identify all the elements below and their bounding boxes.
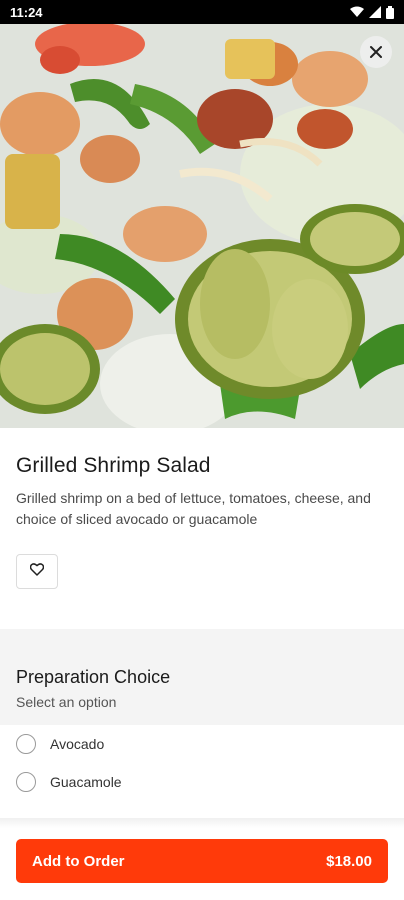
heart-icon [29,562,45,581]
status-time: 11:24 [10,4,43,20]
item-photo [0,24,404,428]
order-price: $18.00 [326,852,372,870]
bottom-shadow [0,818,404,828]
option-guacamole[interactable]: Guacamole [0,763,404,801]
item-info: Grilled Shrimp Salad Grilled shrimp on a… [0,428,404,589]
section-title: Preparation Choice [16,667,171,687]
status-icons [350,5,394,19]
signal-icon [369,6,381,18]
section-subtitle: Select an option [16,694,117,710]
option-avocado[interactable]: Avocado [0,725,404,763]
food-photo-icon [0,24,404,428]
option-label: Avocado [50,736,105,752]
battery-icon [386,5,394,19]
radio-button[interactable] [16,734,36,754]
preparation-header: Preparation Choice Select an option [0,653,404,725]
favorite-button[interactable] [16,554,58,589]
close-button[interactable] [360,36,392,68]
add-to-order-button[interactable]: Add to Order $18.00 [16,839,388,883]
radio-button[interactable] [16,772,36,792]
status-bar: 11:24 [0,0,404,24]
preparation-options: Avocado Guacamole [0,725,404,801]
section-divider [0,629,404,653]
add-to-order-label: Add to Order [32,852,125,870]
item-description: Grilled shrimp on a bed of lettuce, toma… [16,490,371,527]
item-title: Grilled Shrimp Salad [16,454,211,477]
close-icon [369,45,383,59]
wifi-icon [350,6,364,18]
option-label: Guacamole [50,774,122,790]
